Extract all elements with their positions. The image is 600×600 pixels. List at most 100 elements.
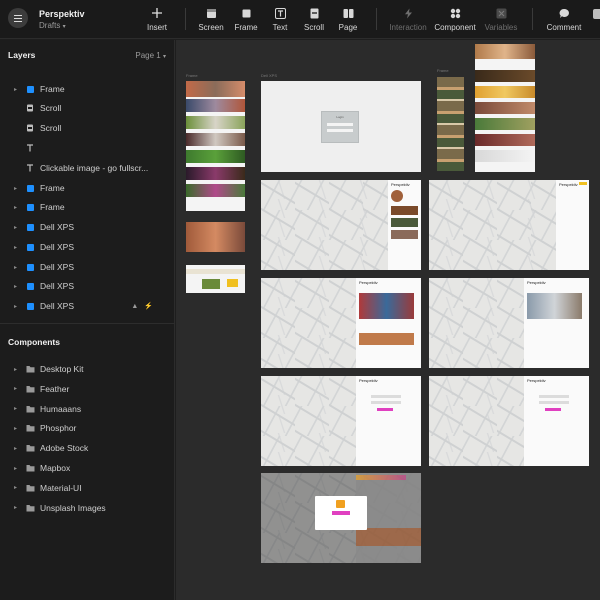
map-screen-frame[interactable]: Perspektiv [261, 180, 421, 270]
layer-item[interactable]: Scroll [0, 100, 175, 116]
main-menu-button[interactable] [8, 8, 28, 28]
folder-icon [25, 463, 35, 473]
layer-label: Dell XPS [40, 242, 75, 252]
layer-label: Dell XPS [40, 281, 75, 291]
login-title: Login [336, 115, 344, 119]
frame-layer-icon [25, 202, 35, 212]
map-screen-frame[interactable]: Perspektiv [261, 278, 421, 368]
layer-item[interactable]: ▸ Dell XPS [0, 278, 175, 294]
chevron-right-icon[interactable]: ▸ [14, 465, 22, 472]
layer-label: Scroll [40, 123, 62, 133]
layer-item[interactable]: Clickable image - go fullscr... [0, 160, 175, 176]
scroll-layer-icon [25, 103, 35, 113]
layer-item[interactable]: ▸ Frame [0, 81, 175, 97]
scroll-tool[interactable]: Scroll [296, 5, 332, 35]
overflow-icon [593, 9, 600, 19]
layer-item[interactable] [0, 140, 175, 156]
component-library-item[interactable]: ▸ Feather [0, 381, 175, 397]
chevron-right-icon[interactable]: ▸ [14, 283, 22, 290]
project-location[interactable]: Drafts ▾ [39, 21, 66, 30]
chevron-right-icon[interactable]: ▸ [14, 445, 22, 452]
text-tool[interactable]: Text [262, 5, 298, 35]
frame-tool[interactable]: Frame [228, 5, 264, 35]
insert-tool[interactable]: Insert [139, 5, 175, 35]
folder-icon [25, 384, 35, 394]
chevron-right-icon[interactable]: ▸ [14, 264, 22, 271]
frame-thumbnail-strip[interactable] [437, 77, 464, 171]
layer-label: Frame [40, 84, 65, 94]
component-library-label: Mapbox [40, 463, 71, 473]
chevron-right-icon[interactable]: ▸ [14, 224, 22, 231]
interaction-tool[interactable]: Interaction [389, 5, 427, 35]
variables-tool[interactable]: Variables [483, 5, 519, 35]
screen-tool[interactable]: Screen [193, 5, 229, 35]
component-library-item[interactable]: ▸ Humaaans [0, 401, 175, 417]
map-screen-frame[interactable]: Perspektiv [429, 376, 589, 466]
tool-label: Component [434, 23, 476, 32]
tool-label: Scroll [303, 23, 324, 32]
layer-item[interactable]: ▸ Frame [0, 199, 175, 215]
layer-item[interactable]: Scroll [0, 120, 175, 136]
chevron-right-icon[interactable]: ▸ [14, 185, 22, 192]
frame-layer-icon [25, 222, 35, 232]
chevron-right-icon[interactable]: ▸ [14, 425, 22, 432]
tool-label: Interaction [389, 23, 427, 32]
comment-tool[interactable]: Comment [546, 5, 582, 35]
app-title: Perspektiv [359, 378, 378, 383]
layer-item[interactable]: ▸ Dell XPS [0, 219, 175, 235]
design-canvas[interactable]: Frame Dell XPS Login Frame Perspektiv Pe… [176, 40, 600, 600]
layer-item[interactable]: ▸ Dell XPS ▲⚡ [0, 298, 175, 314]
layer-item[interactable]: ▸ Frame [0, 180, 175, 196]
component-library-item[interactable]: ▸ Phosphor [0, 420, 175, 436]
lock-icon[interactable]: ▲⚡ [131, 302, 159, 310]
chevron-right-icon[interactable]: ▸ [14, 484, 22, 491]
text-icon [274, 7, 286, 19]
layer-item[interactable]: ▸ Dell XPS [0, 259, 175, 275]
layer-label: Clickable image - go fullscr... [40, 163, 149, 173]
login-screen-frame[interactable]: Login [261, 81, 421, 172]
component-library-label: Desktop Kit [40, 364, 84, 374]
component-library-item[interactable]: ▸ Mapbox [0, 460, 175, 476]
component-library-item[interactable]: ▸ Desktop Kit [0, 361, 175, 377]
toolbar-divider [185, 8, 186, 30]
project-title[interactable]: Perspektiv [39, 9, 85, 19]
bolt-icon [402, 7, 414, 19]
component-library-item[interactable]: ▸ Material-UI [0, 480, 175, 496]
layer-item[interactable]: ▸ Dell XPS [0, 239, 175, 255]
chevron-right-icon[interactable]: ▸ [14, 244, 22, 251]
chevron-right-icon[interactable]: ▸ [14, 385, 22, 392]
frame-scroll-preview[interactable] [186, 81, 245, 211]
tool-label: Variables [484, 23, 518, 32]
component-library-item[interactable]: ▸ Adobe Stock [0, 440, 175, 456]
component-icon [449, 7, 461, 19]
component-library-label: Feather [40, 383, 70, 394]
map-screen-frame[interactable]: Perspektiv [429, 278, 589, 368]
map-screen-frame[interactable]: Perspektiv [261, 376, 421, 466]
component-library-item[interactable]: ▸ Unsplash Images [0, 500, 175, 516]
frame-image-preview[interactable] [186, 222, 245, 252]
frame-image-list[interactable] [475, 44, 535, 172]
chevron-right-icon[interactable]: ▸ [14, 204, 22, 211]
text-layer-icon [25, 143, 35, 153]
tool-label: Insert [146, 23, 167, 32]
page-tool[interactable]: Page [330, 5, 366, 35]
frame-card-preview[interactable] [186, 265, 245, 293]
component-tool[interactable]: Component [434, 5, 476, 35]
chevron-right-icon[interactable]: ▸ [14, 86, 22, 93]
frame-layer-icon [25, 301, 35, 311]
frame-label: Dell XPS [261, 73, 278, 78]
project-location-label: Drafts [39, 21, 61, 30]
top-toolbar: Perspektiv Drafts ▾ Insert Screen Frame … [0, 0, 600, 39]
map-screen-frame[interactable]: Perspektiv [429, 180, 589, 270]
chevron-right-icon[interactable]: ▸ [14, 504, 22, 511]
chevron-right-icon[interactable]: ▸ [14, 366, 22, 373]
comment-icon [558, 7, 570, 19]
chevron-right-icon[interactable]: ▸ [14, 405, 22, 412]
component-library-label: Adobe Stock [40, 443, 89, 454]
layers-title: Layers [8, 50, 36, 60]
chevron-right-icon[interactable]: ▸ [14, 303, 22, 310]
overflow-tool[interactable] [593, 7, 600, 33]
image-modal[interactable] [315, 496, 367, 530]
page-selector[interactable]: Page 1 ▾ [135, 51, 166, 60]
modal-button[interactable] [332, 511, 350, 515]
